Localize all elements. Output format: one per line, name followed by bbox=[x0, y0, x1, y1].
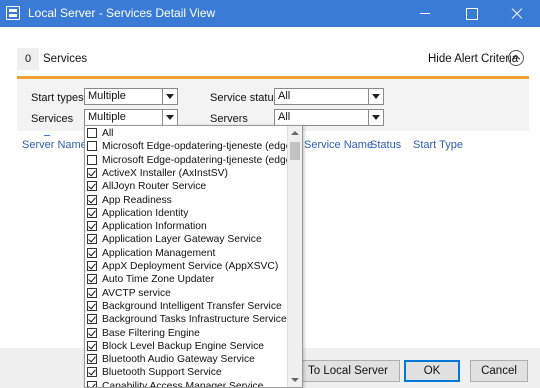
service-option[interactable]: App Readiness bbox=[85, 194, 288, 207]
service-option-label: Base Filtering Engine bbox=[102, 327, 200, 339]
service-option-label: AllJoyn Router Service bbox=[102, 181, 207, 193]
service-checkbox[interactable] bbox=[87, 167, 97, 178]
service-option-label: Auto Time Zone Updater bbox=[102, 274, 215, 286]
minimize-button[interactable] bbox=[402, 0, 448, 27]
chevron-down-icon bbox=[162, 110, 177, 125]
service-option-label: Application Identity bbox=[102, 207, 189, 219]
service-checkbox[interactable] bbox=[87, 194, 97, 205]
services-count-label: Services bbox=[43, 53, 88, 65]
services-value: Multiple bbox=[88, 111, 126, 123]
service-option[interactable]: Bluetooth Audio Gateway Service bbox=[85, 353, 288, 366]
service-option-label: Capability Access Manager Service bbox=[102, 380, 264, 388]
service-checkbox[interactable] bbox=[87, 340, 97, 351]
cancel-button[interactable]: Cancel bbox=[470, 360, 528, 382]
hide-alert-criteria-link[interactable]: Hide Alert Criteria bbox=[428, 53, 518, 65]
service-option[interactable]: Capability Access Manager Service bbox=[85, 380, 288, 388]
ok-button[interactable]: OK bbox=[404, 360, 460, 382]
server-app-icon bbox=[6, 6, 20, 20]
service-option[interactable]: AVCTP service bbox=[85, 287, 288, 300]
service-checkbox[interactable] bbox=[87, 300, 97, 311]
to-local-server-button[interactable]: To Local Server bbox=[296, 360, 400, 382]
service-option[interactable]: Base Filtering Engine bbox=[85, 327, 288, 340]
service-option[interactable]: ActiveX Installer (AxInstSV) bbox=[85, 167, 288, 180]
column-header-service-name[interactable]: Service Name bbox=[304, 139, 373, 151]
close-button[interactable] bbox=[494, 0, 540, 27]
service-option[interactable]: Application Management bbox=[85, 247, 288, 260]
servers-label: Servers bbox=[210, 113, 248, 125]
window-title: Local Server - Services Detail View bbox=[28, 6, 216, 20]
service-option[interactable]: AllJoyn Router Service bbox=[85, 180, 288, 193]
services-label: Services bbox=[31, 113, 74, 125]
service-checkbox[interactable] bbox=[87, 380, 97, 387]
service-option-label: ActiveX Installer (AxInstSV) bbox=[102, 167, 228, 179]
service-option[interactable]: Bluetooth Support Service bbox=[85, 366, 288, 379]
service-option-label: App Readiness bbox=[102, 194, 172, 206]
start-types-select[interactable]: Multiple bbox=[84, 88, 178, 105]
scroll-down-icon[interactable] bbox=[291, 378, 299, 382]
service-checkbox[interactable] bbox=[87, 314, 97, 325]
sort-indicator-icon bbox=[44, 135, 50, 138]
chevron-down-icon bbox=[162, 89, 177, 104]
services-select[interactable]: Multiple bbox=[84, 109, 178, 126]
service-option[interactable]: Microsoft Edge-opdatering-tjeneste (edge… bbox=[85, 154, 288, 167]
service-status-value: All bbox=[278, 90, 291, 102]
service-option[interactable]: Application Layer Gateway Service bbox=[85, 233, 288, 246]
service-checkbox[interactable] bbox=[87, 367, 97, 378]
title-bar: Local Server - Services Detail View bbox=[0, 0, 540, 27]
service-checkbox[interactable] bbox=[87, 327, 97, 338]
scroll-up-icon[interactable] bbox=[291, 131, 299, 135]
service-option[interactable]: AppX Deployment Service (AppXSVC) bbox=[85, 260, 288, 273]
service-option[interactable]: Microsoft Edge-opdatering-tjeneste (edge… bbox=[85, 140, 288, 153]
service-option-label: Application Management bbox=[102, 247, 216, 259]
service-option[interactable]: Background Intelligent Transfer Service bbox=[85, 300, 288, 313]
start-types-value: Multiple bbox=[88, 90, 126, 102]
service-checkbox[interactable] bbox=[87, 247, 97, 258]
service-checkbox[interactable] bbox=[87, 154, 97, 165]
servers-value: All bbox=[278, 111, 291, 123]
service-option-label: Background Tasks Infrastructure Service bbox=[102, 314, 287, 326]
service-checkbox[interactable] bbox=[87, 274, 97, 285]
service-checkbox[interactable] bbox=[87, 287, 97, 298]
service-option-label: Bluetooth Support Service bbox=[102, 367, 222, 379]
service-option-label: Bluetooth Audio Gateway Service bbox=[102, 354, 255, 366]
chevron-down-icon bbox=[368, 110, 383, 125]
service-checkbox[interactable] bbox=[87, 181, 97, 192]
service-option-label: AVCTP service bbox=[102, 287, 171, 299]
service-option-label: AppX Deployment Service (AppXSVC) bbox=[102, 261, 279, 272]
service-checkbox[interactable] bbox=[87, 234, 97, 245]
maximize-button[interactable] bbox=[448, 0, 494, 27]
service-option[interactable]: Background Tasks Infrastructure Service bbox=[85, 313, 288, 326]
service-option-label: Background Intelligent Transfer Service bbox=[102, 300, 282, 312]
service-option[interactable]: Block Level Backup Engine Service bbox=[85, 340, 288, 353]
service-option[interactable]: All bbox=[85, 127, 288, 140]
service-option-label: Microsoft Edge-opdatering-tjeneste (edge… bbox=[102, 154, 288, 166]
service-status-label: Service status bbox=[210, 92, 280, 104]
service-checkbox[interactable] bbox=[87, 141, 97, 152]
column-header-server-name[interactable]: Server Name bbox=[22, 139, 87, 151]
chevron-down-icon bbox=[368, 89, 383, 104]
dropdown-scrollbar[interactable] bbox=[287, 126, 302, 387]
service-option-label: Microsoft Edge-opdatering-tjeneste (edge… bbox=[102, 141, 288, 153]
chevron-up-icon[interactable] bbox=[508, 50, 524, 66]
service-option-label: All bbox=[102, 128, 114, 139]
scrollbar-thumb[interactable] bbox=[290, 142, 300, 160]
start-types-label: Start types bbox=[31, 92, 84, 104]
service-checkbox[interactable] bbox=[87, 354, 97, 365]
service-checkbox[interactable] bbox=[87, 221, 97, 232]
service-checkbox[interactable] bbox=[87, 128, 97, 138]
service-option-label: Application Layer Gateway Service bbox=[102, 234, 262, 246]
services-count-badge: 0 bbox=[17, 48, 39, 70]
service-option[interactable]: Auto Time Zone Updater bbox=[85, 273, 288, 286]
column-header-status[interactable]: Status bbox=[370, 139, 401, 151]
service-option[interactable]: Application Identity bbox=[85, 207, 288, 220]
services-dropdown-list[interactable]: All Microsoft Edge-opdatering-tjeneste (e… bbox=[84, 125, 303, 388]
service-option[interactable]: Application Information bbox=[85, 220, 288, 233]
servers-select[interactable]: All bbox=[274, 109, 384, 126]
column-header-start-type[interactable]: Start Type bbox=[413, 139, 463, 151]
service-option-label: Application Information bbox=[102, 221, 207, 233]
service-checkbox[interactable] bbox=[87, 261, 97, 271]
service-status-select[interactable]: All bbox=[274, 88, 384, 105]
service-option-label: Block Level Backup Engine Service bbox=[102, 340, 264, 352]
service-checkbox[interactable] bbox=[87, 207, 97, 218]
